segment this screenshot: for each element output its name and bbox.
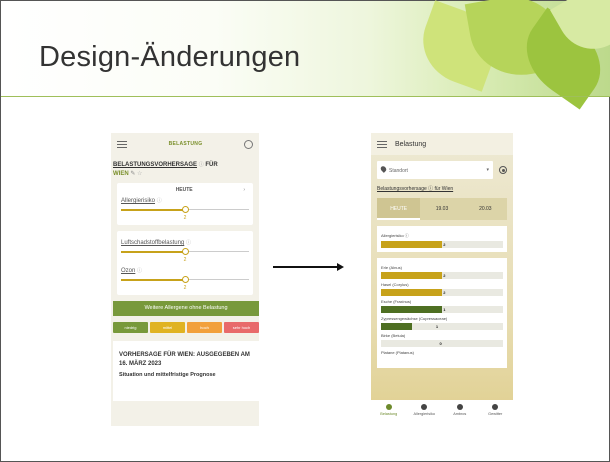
nav-label: Allergierisiko <box>413 412 436 416</box>
info-icon[interactable]: ⓘ <box>157 198 162 204</box>
ozone-value: 2 <box>183 285 187 291</box>
pollution-value: 2 <box>183 257 187 263</box>
right-arrow <box>273 263 344 270</box>
ozone-slider <box>121 275 249 285</box>
bulletin-card: VORHERSAGE FÜR WIEN: AUSGEGEBEN AM 16. M… <box>113 341 259 401</box>
location-select[interactable]: Standort ▾ <box>377 161 493 179</box>
ozone-label: Ozon ⓘ <box>121 267 249 274</box>
day-tabs: HEUTE 19.03 20.03 <box>377 198 507 220</box>
old-design-screenshot: BELASTUNG BELASTUNGSVORHERSAGE ⓘ FÜR WIE… <box>111 133 259 426</box>
pollen-label: Hasel (Corylus) <box>381 282 409 287</box>
pollen-icon <box>421 404 428 410</box>
level-legend: niedrig mittel hoch sehr hoch <box>113 322 259 333</box>
forecast-link[interactable]: Belastungsvorhersage ⓘ für Wien <box>371 179 513 192</box>
menu-icon[interactable] <box>377 140 387 148</box>
today-card: HEUTE › Allergierisiko ⓘ 2 <box>117 183 253 225</box>
edit-icon[interactable]: ✎ <box>130 171 135 177</box>
bulletin-title: VORHERSAGE FÜR WIEN: AUSGEGEBEN AM 16. M… <box>119 352 250 367</box>
nav-allergierisiko[interactable]: Allergierisiko <box>407 400 443 426</box>
pollen-value: 2 <box>443 273 446 278</box>
pollen-value: 2 <box>443 290 446 295</box>
nav-label: Belastung <box>380 412 398 416</box>
info-icon[interactable]: ⓘ <box>137 268 142 274</box>
chevron-right-icon[interactable]: › <box>243 187 245 193</box>
title-banner: Design-Änderungen <box>1 0 610 110</box>
location-placeholder: Standort <box>389 168 408 174</box>
pollen-value: 1 <box>435 324 439 329</box>
nav-belastung[interactable]: Belastung <box>371 400 407 426</box>
plant-icon <box>456 404 463 410</box>
legend-low: niedrig <box>113 322 148 333</box>
tab-today[interactable]: HEUTE <box>377 198 421 220</box>
menu-icon[interactable] <box>117 140 127 148</box>
day-label: HEUTE <box>175 187 193 193</box>
forecast-title: BELASTUNGSVORHERSAGE ⓘ FÜR WIEN ✎ ☆ <box>111 155 259 179</box>
leaf-icon <box>385 404 392 410</box>
allergy-value: 2 <box>443 242 446 247</box>
allergy-label: Allergierisiko ⓘ <box>381 233 409 238</box>
pollen-bar: 0 <box>381 340 503 347</box>
slide-title: Design-Änderungen <box>39 41 301 73</box>
banner-divider <box>1 96 610 97</box>
nav-ambros[interactable]: Ambros <box>442 400 478 426</box>
allergy-label: Allergierisiko ⓘ <box>121 197 249 204</box>
allergy-bar: 2 <box>381 241 503 248</box>
locate-icon[interactable] <box>499 166 507 174</box>
pollen-label: Zypressengewächse (Cupressaceae) <box>381 316 448 321</box>
dropdown-icon: ▾ <box>486 167 489 173</box>
page-header: Belastung <box>395 140 427 148</box>
info-icon[interactable]: ⓘ <box>186 240 191 246</box>
bulletin-subtitle: Situation und mittelfristige Prognose <box>119 372 216 379</box>
legend-medium: mittel <box>150 322 185 333</box>
bottom-nav: Belastung Allergierisiko Ambros Gewitter <box>371 400 513 426</box>
top-bar: Belastung <box>371 133 513 155</box>
pollen-card: Erle (Alnus) 2 Hasel (Corylus) 2 Esche (… <box>377 258 507 368</box>
cloud-icon <box>492 404 499 410</box>
pollen-bar: 1 <box>381 306 503 313</box>
forecast-for: FÜR <box>205 162 218 168</box>
top-bar: BELASTUNG <box>111 133 259 155</box>
forecast-title-text: BELASTUNGSVORHERSAGE <box>113 162 198 168</box>
settings-icon[interactable] <box>244 139 253 149</box>
page-header: BELASTUNG <box>168 141 203 147</box>
pollen-label: Erle (Alnus) <box>381 265 402 270</box>
ozone-label-text: Ozon <box>121 268 136 274</box>
pollen-bar: 1 <box>381 323 503 330</box>
allergy-label-text: Allergierisiko <box>121 198 156 204</box>
pollen-label: Esche (Fraxinus) <box>381 299 412 304</box>
info-icon[interactable]: ⓘ <box>199 162 204 168</box>
location-row: Standort ▾ <box>371 155 513 179</box>
day-header: HEUTE › <box>121 187 249 193</box>
pollution-card: Luftschadstoffbelastung ⓘ 2 Ozon ⓘ 2 <box>117 231 253 295</box>
pollen-value: 0 <box>439 341 442 346</box>
pollen-bar: 2 <box>381 272 503 279</box>
pollution-label-text: Luftschadstoffbelastung <box>121 240 185 246</box>
more-allergens-button[interactable]: Weitere Allergene ohne Belastung <box>113 301 259 316</box>
allergy-value: 2 <box>183 215 187 221</box>
nav-gewitter[interactable]: Gewitter <box>478 400 514 426</box>
pollen-label: Platane (Platanus) <box>381 350 414 355</box>
tab-day-2[interactable]: 19.03 <box>420 198 463 220</box>
pollen-label: Birke (Betula) <box>381 333 406 338</box>
allergy-card: Allergierisiko ⓘ 2 <box>377 226 507 252</box>
slide: Design-Änderungen BELASTUNG BELASTUNGSVO… <box>0 0 610 462</box>
pollen-value: 1 <box>443 307 446 312</box>
pin-icon <box>379 165 388 173</box>
nav-label: Gewitter <box>488 412 503 416</box>
city-name: WIEN <box>113 171 129 177</box>
nav-label: Ambros <box>453 412 467 416</box>
pollution-slider <box>121 247 249 257</box>
legend-very-high: sehr hoch <box>224 322 259 333</box>
new-design-screenshot: Belastung Standort ▾ Belastungsvorhersag… <box>371 133 513 426</box>
star-icon[interactable]: ☆ <box>137 171 142 177</box>
pollution-label: Luftschadstoffbelastung ⓘ <box>121 239 249 246</box>
pollen-bar: 2 <box>381 289 503 296</box>
tab-day-3[interactable]: 20.03 <box>464 198 507 220</box>
legend-high: hoch <box>187 322 222 333</box>
allergy-slider <box>121 205 249 215</box>
